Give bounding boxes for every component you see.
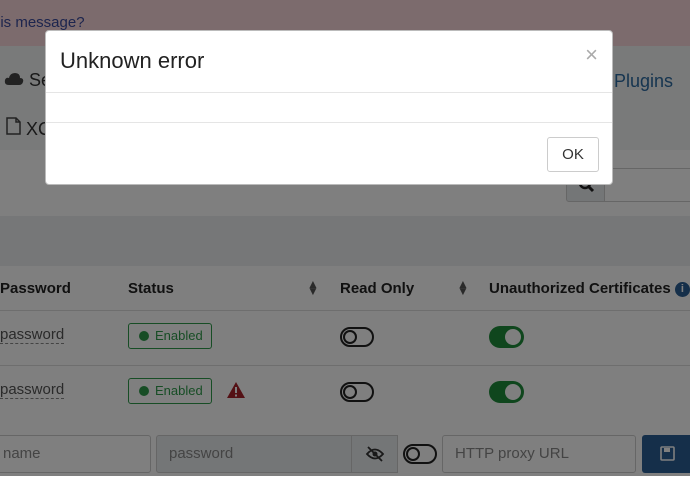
ok-button[interactable]: OK xyxy=(547,137,599,172)
dialog-header: Unknown error × xyxy=(46,31,612,93)
dialog-footer: OK xyxy=(46,123,612,185)
dialog-body xyxy=(46,93,612,123)
close-icon[interactable]: × xyxy=(585,43,598,67)
dialog-title: Unknown error xyxy=(60,48,205,73)
error-dialog: Unknown error × OK xyxy=(45,30,613,185)
